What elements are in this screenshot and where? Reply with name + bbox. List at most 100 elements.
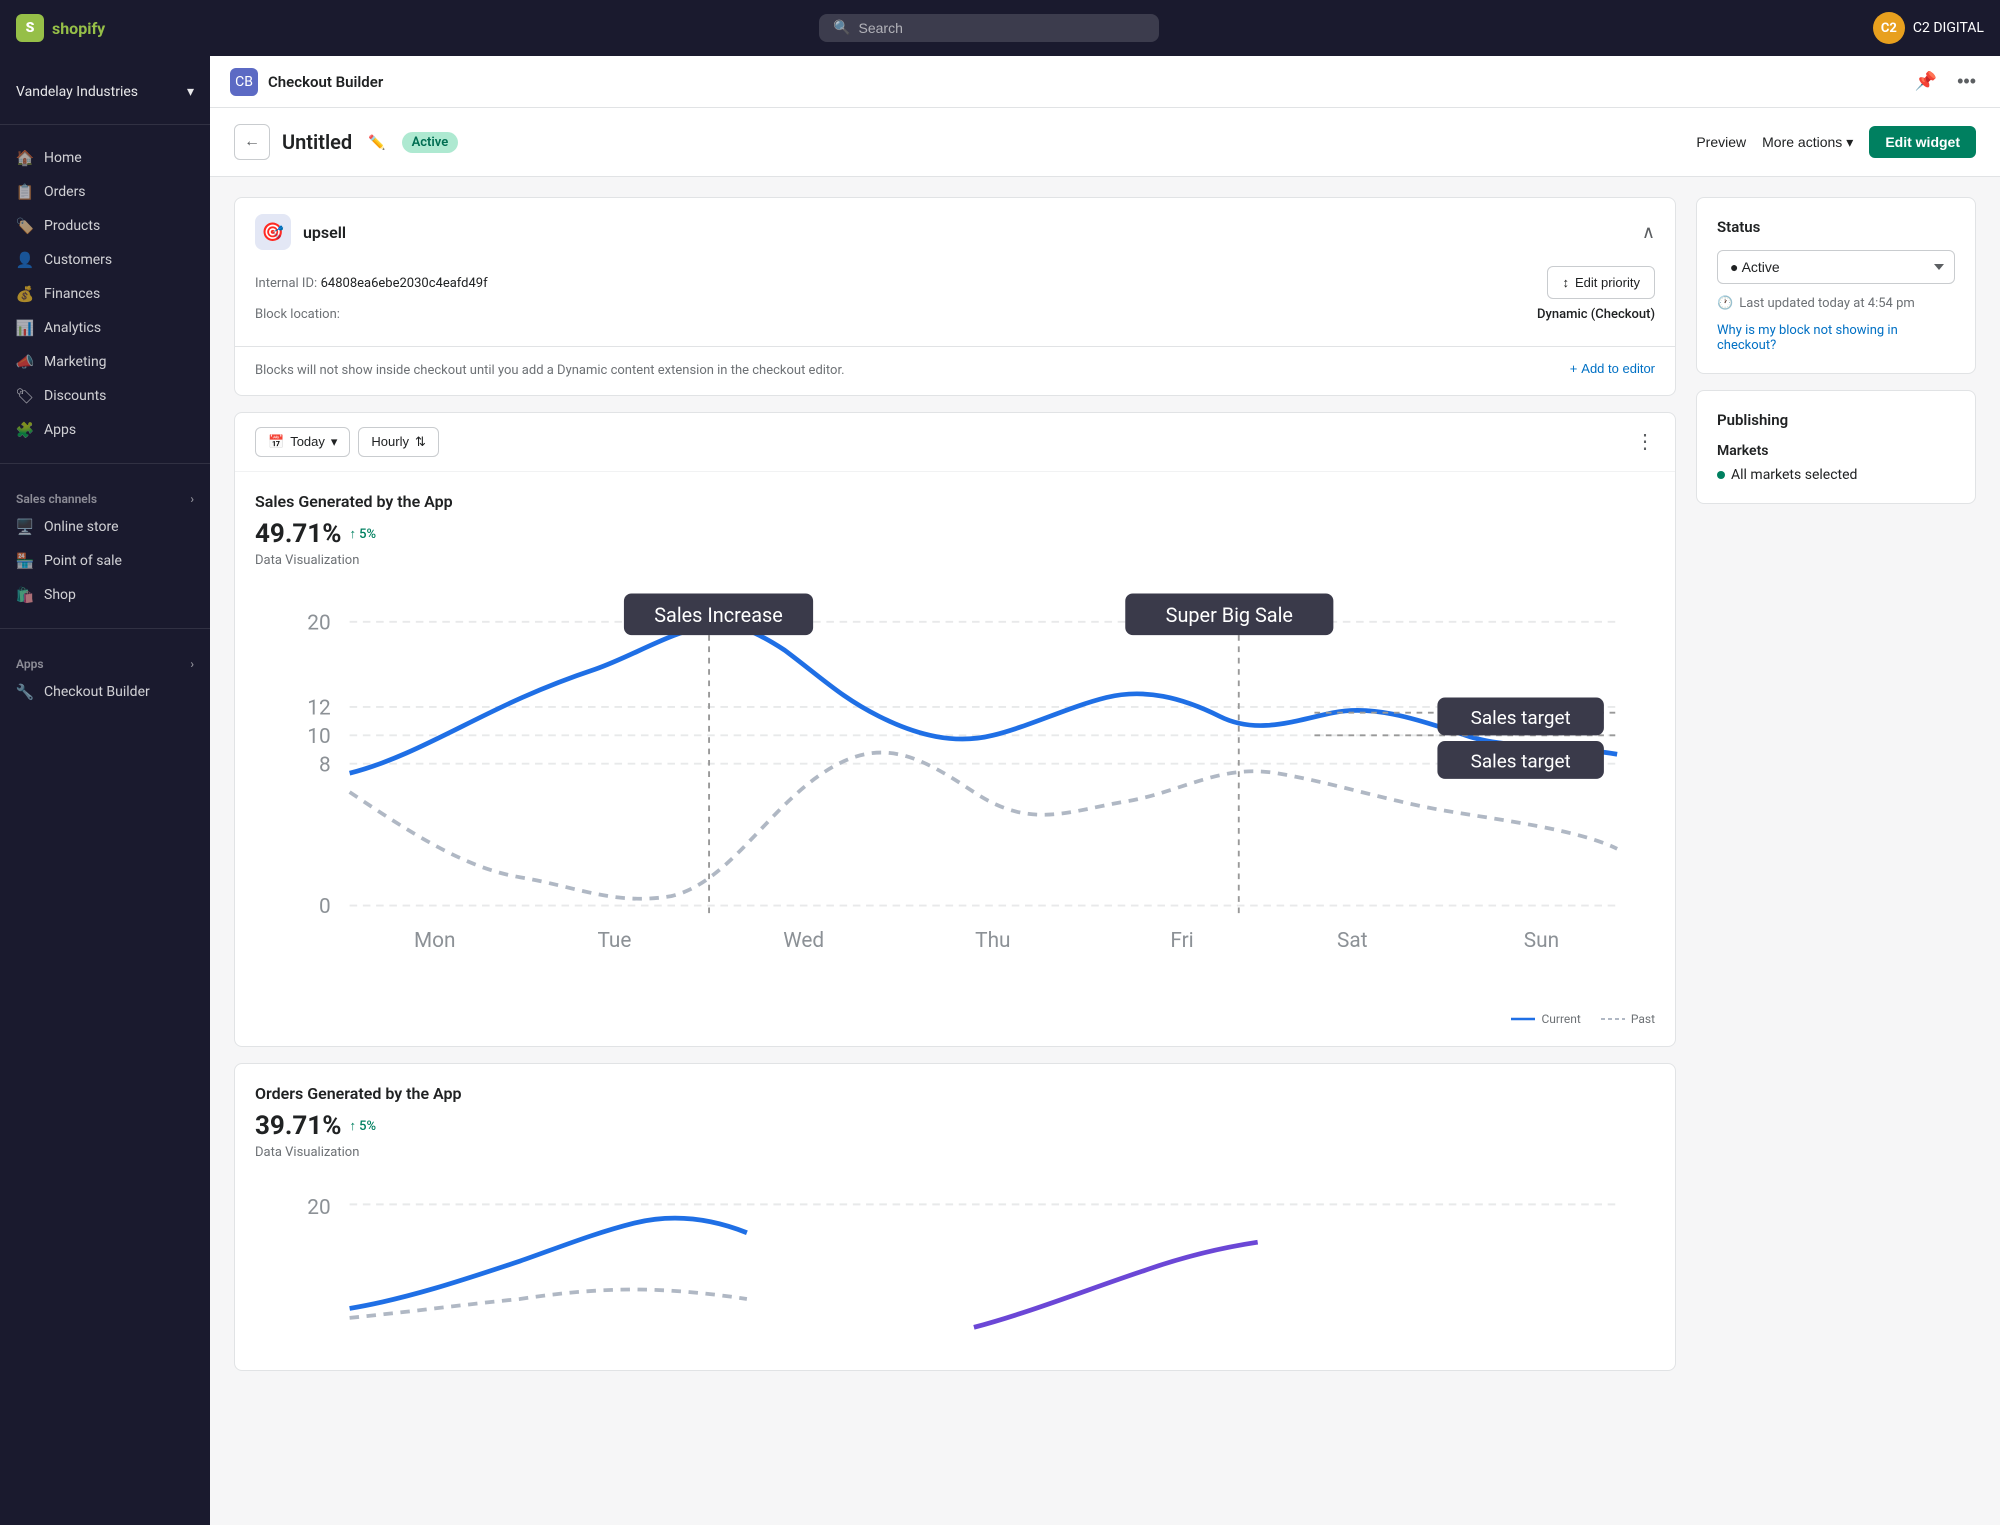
content-main: 🎯 upsell ∧ Internal ID: 64808ea6ebe2030c… bbox=[234, 197, 1676, 1371]
svg-text:Super Big Sale: Super Big Sale bbox=[1166, 603, 1293, 626]
sidebar-item-online-store[interactable]: 🖥️ Online store bbox=[0, 510, 210, 544]
content-sidebar: Status ● Active Draft 🕐 Last updated tod… bbox=[1696, 197, 1976, 1371]
sales-channels-section: Sales channels › 🖥️ Online store 🏪 Point… bbox=[0, 472, 210, 620]
publishing-panel: Publishing Markets All markets selected bbox=[1696, 390, 1976, 504]
meta-id: Internal ID: 64808ea6ebe2030c4eafd49f bbox=[255, 275, 488, 291]
products-icon: 🏷️ bbox=[16, 217, 34, 235]
status-select[interactable]: ● Active Draft bbox=[1717, 250, 1955, 284]
sidebar-item-customers[interactable]: 👤 Customers bbox=[0, 243, 210, 277]
home-icon: 🏠 bbox=[16, 149, 34, 167]
sidebar-item-finances[interactable]: 💰 Finances bbox=[0, 277, 210, 311]
sidebar-item-analytics[interactable]: 📊 Analytics bbox=[0, 311, 210, 345]
svg-text:Sales Increase: Sales Increase bbox=[654, 603, 783, 626]
edit-priority-icon: ↕ bbox=[1562, 275, 1569, 290]
sidebar-item-checkout-builder[interactable]: 🔧 Checkout Builder bbox=[0, 675, 210, 709]
orders-icon: 📋 bbox=[16, 183, 34, 201]
page-title: Untitled bbox=[282, 130, 352, 154]
sales-channels-label: Sales channels › bbox=[0, 480, 210, 510]
preview-button[interactable]: Preview bbox=[1696, 134, 1746, 150]
chart-card: 📅 Today ▾ Hourly ⇅ ⋮ Sales Gen bbox=[234, 412, 1676, 1047]
sidebar-item-label: Finances bbox=[44, 286, 100, 302]
sidebar-item-products[interactable]: 🏷️ Products bbox=[0, 209, 210, 243]
legend-past-label: Past bbox=[1631, 1012, 1655, 1026]
edit-title-button[interactable]: ✏️ bbox=[364, 132, 389, 153]
svg-text:Sat: Sat bbox=[1337, 929, 1368, 953]
meta-row-location: Block location: Dynamic (Checkout) bbox=[255, 307, 1655, 322]
orders-value: 39.71% bbox=[255, 1111, 341, 1141]
sidebar-item-shop[interactable]: 🛍️ Shop bbox=[0, 578, 210, 612]
app-header-bar: CB Checkout Builder 📌 ••• bbox=[210, 56, 2000, 108]
help-link[interactable]: Why is my block not showing in checkout? bbox=[1717, 323, 1955, 353]
svg-text:Sun: Sun bbox=[1524, 929, 1559, 953]
data-viz-label: Data Visualization bbox=[255, 553, 1655, 568]
pin-button[interactable]: 📌 bbox=[1911, 67, 1941, 96]
marketing-icon: 📣 bbox=[16, 353, 34, 371]
add-to-editor-label: Add to editor bbox=[1581, 361, 1655, 376]
edit-widget-button[interactable]: Edit widget bbox=[1869, 126, 1976, 158]
status-panel: Status ● Active Draft 🕐 Last updated tod… bbox=[1696, 197, 1976, 374]
orders-chart-title: Orders Generated by the App bbox=[255, 1084, 1655, 1103]
sidebar-item-apps[interactable]: 🧩 Apps bbox=[0, 413, 210, 447]
store-name: Vandelay Industries bbox=[16, 84, 138, 100]
sidebar-item-point-of-sale[interactable]: 🏪 Point of sale bbox=[0, 544, 210, 578]
chart-container: 20 12 10 8 0 bbox=[255, 584, 1655, 1004]
app-header-actions: 📌 ••• bbox=[1911, 67, 1980, 96]
more-actions-label: More actions bbox=[1762, 134, 1842, 150]
block-location-label: Block location: bbox=[255, 307, 340, 322]
sales-chart-svg: 20 12 10 8 0 bbox=[255, 584, 1655, 1000]
collapse-button[interactable]: ∧ bbox=[1642, 222, 1655, 243]
internal-id-label: Internal ID: bbox=[255, 276, 317, 291]
more-actions-button[interactable]: More actions ▾ bbox=[1762, 134, 1853, 151]
sidebar-item-marketing[interactable]: 📣 Marketing bbox=[0, 345, 210, 379]
sidebar: Vandelay Industries ▾ 🏠 Home 📋 Orders 🏷️… bbox=[0, 56, 210, 1525]
sidebar-item-orders[interactable]: 📋 Orders bbox=[0, 175, 210, 209]
upsell-card-header: 🎯 upsell ∧ bbox=[235, 198, 1675, 266]
main-content: CB Checkout Builder 📌 ••• ← Untitled ✏️ … bbox=[210, 56, 2000, 1525]
markets-value: All markets selected bbox=[1717, 467, 1955, 483]
upsell-card-header-left: 🎯 upsell bbox=[255, 214, 346, 250]
apps-icon: 🧩 bbox=[16, 421, 34, 439]
svg-text:Thu: Thu bbox=[975, 929, 1010, 953]
sales-delta: ↑ 5% bbox=[349, 526, 376, 542]
svg-text:12: 12 bbox=[307, 696, 330, 720]
shopify-logo-text: shopify bbox=[52, 19, 105, 38]
chart-toolbar: 📅 Today ▾ Hourly ⇅ ⋮ bbox=[235, 413, 1675, 472]
block-location-value: Dynamic (Checkout) bbox=[1537, 307, 1655, 322]
markets-text: All markets selected bbox=[1731, 467, 1857, 483]
customers-icon: 👤 bbox=[16, 251, 34, 269]
point-of-sale-icon: 🏪 bbox=[16, 552, 34, 570]
hourly-filter-button[interactable]: Hourly ⇅ bbox=[358, 427, 438, 457]
search-input[interactable] bbox=[859, 20, 1146, 36]
svg-text:Tue: Tue bbox=[598, 929, 632, 953]
svg-text:Sales target: Sales target bbox=[1471, 749, 1571, 772]
sidebar-item-label: Products bbox=[44, 218, 100, 234]
orders-chart-card: Orders Generated by the App 39.71% ↑ 5% … bbox=[234, 1063, 1676, 1371]
shop-icon: 🛍️ bbox=[16, 586, 34, 604]
add-to-editor-button[interactable]: + Add to editor bbox=[1570, 361, 1655, 376]
sales-chart-title: Sales Generated by the App bbox=[255, 492, 1655, 511]
more-actions-chevron-icon: ▾ bbox=[1846, 134, 1853, 151]
sidebar-item-label: Shop bbox=[44, 587, 76, 603]
sidebar-item-home[interactable]: 🏠 Home bbox=[0, 141, 210, 175]
sidebar-item-discounts[interactable]: 🏷 Discounts bbox=[0, 379, 210, 413]
top-navigation: S shopify 🔍 C2 C2 DIGITAL bbox=[0, 0, 2000, 56]
more-options-button[interactable]: ••• bbox=[1953, 67, 1980, 96]
avatar: C2 bbox=[1873, 12, 1905, 44]
apps-section-label: Apps › bbox=[0, 645, 210, 675]
edit-priority-button[interactable]: ↕ Edit priority bbox=[1547, 266, 1655, 299]
markets-label: Markets bbox=[1717, 443, 1955, 459]
back-button[interactable]: ← bbox=[234, 124, 270, 160]
chart-more-button[interactable]: ⋮ bbox=[1635, 429, 1655, 454]
sidebar-item-label: Analytics bbox=[44, 320, 101, 336]
search-bar[interactable]: 🔍 bbox=[819, 14, 1159, 42]
today-filter-button[interactable]: 📅 Today ▾ bbox=[255, 427, 350, 457]
sales-value: 49.71% bbox=[255, 519, 341, 549]
current-line-icon bbox=[1511, 1014, 1535, 1024]
store-selector-chevron: ▾ bbox=[187, 84, 194, 100]
sidebar-item-label: Home bbox=[44, 150, 82, 166]
analytics-icon: 📊 bbox=[16, 319, 34, 337]
orders-viz-label: Data Visualization bbox=[255, 1145, 1655, 1160]
dynamic-notice: Blocks will not show inside checkout unt… bbox=[235, 347, 1675, 395]
past-line-icon bbox=[1601, 1014, 1625, 1024]
store-selector[interactable]: Vandelay Industries ▾ bbox=[0, 76, 210, 108]
